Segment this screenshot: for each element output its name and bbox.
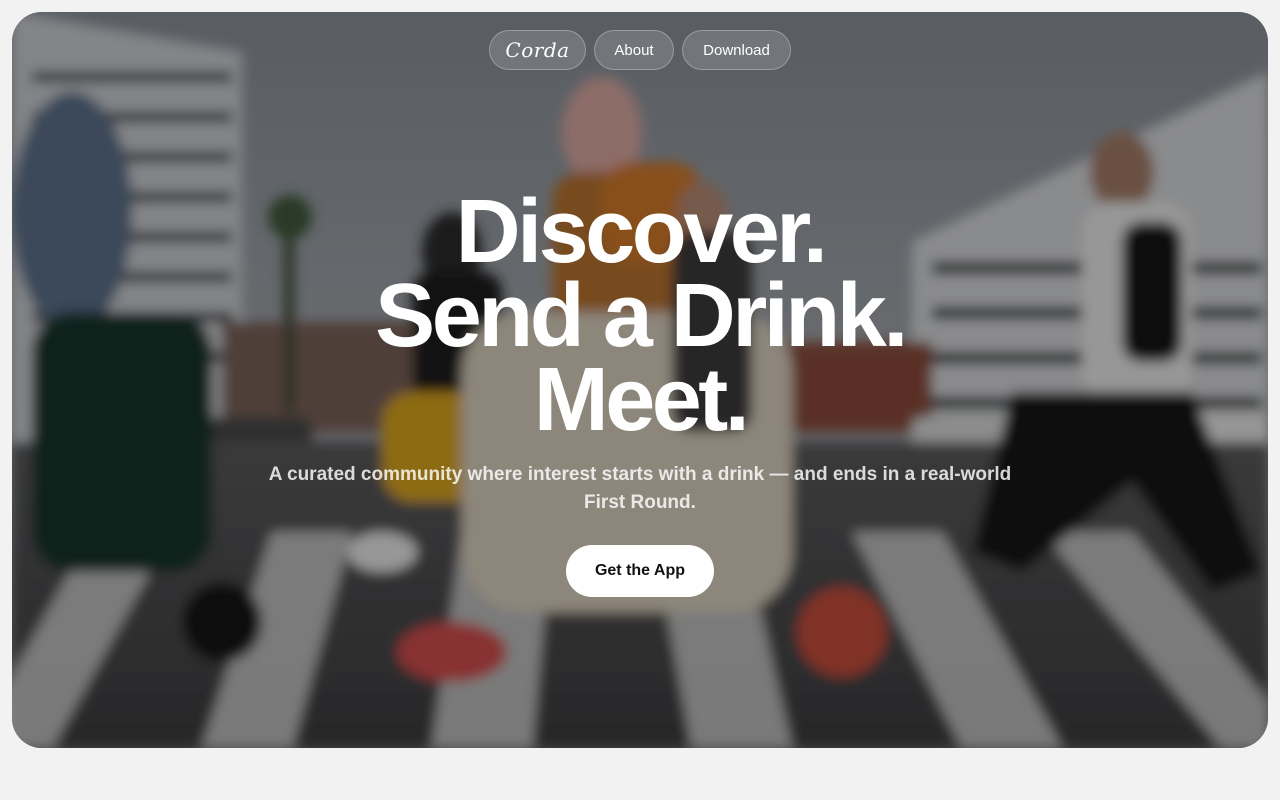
headline-line-discover: Discover. [455,182,828,282]
nav-download-link[interactable]: Download [682,30,791,70]
hero-headline: Discover. Send a Drink. Meet. [12,182,1268,450]
top-navigation: Corda About Download [12,30,1268,70]
hero-subtitle: A curated community where interest start… [268,464,1012,513]
get-the-app-button[interactable]: Get the App [566,545,714,597]
headline-line-send-a-drink: Send a Drink. [375,266,908,366]
hero-section: Corda About Download Discover. Send a Dr… [12,12,1268,748]
nav-about-link[interactable]: About [594,30,674,70]
corda-logo[interactable]: Corda [489,30,586,70]
headline-line-meet: Meet. [533,350,750,450]
